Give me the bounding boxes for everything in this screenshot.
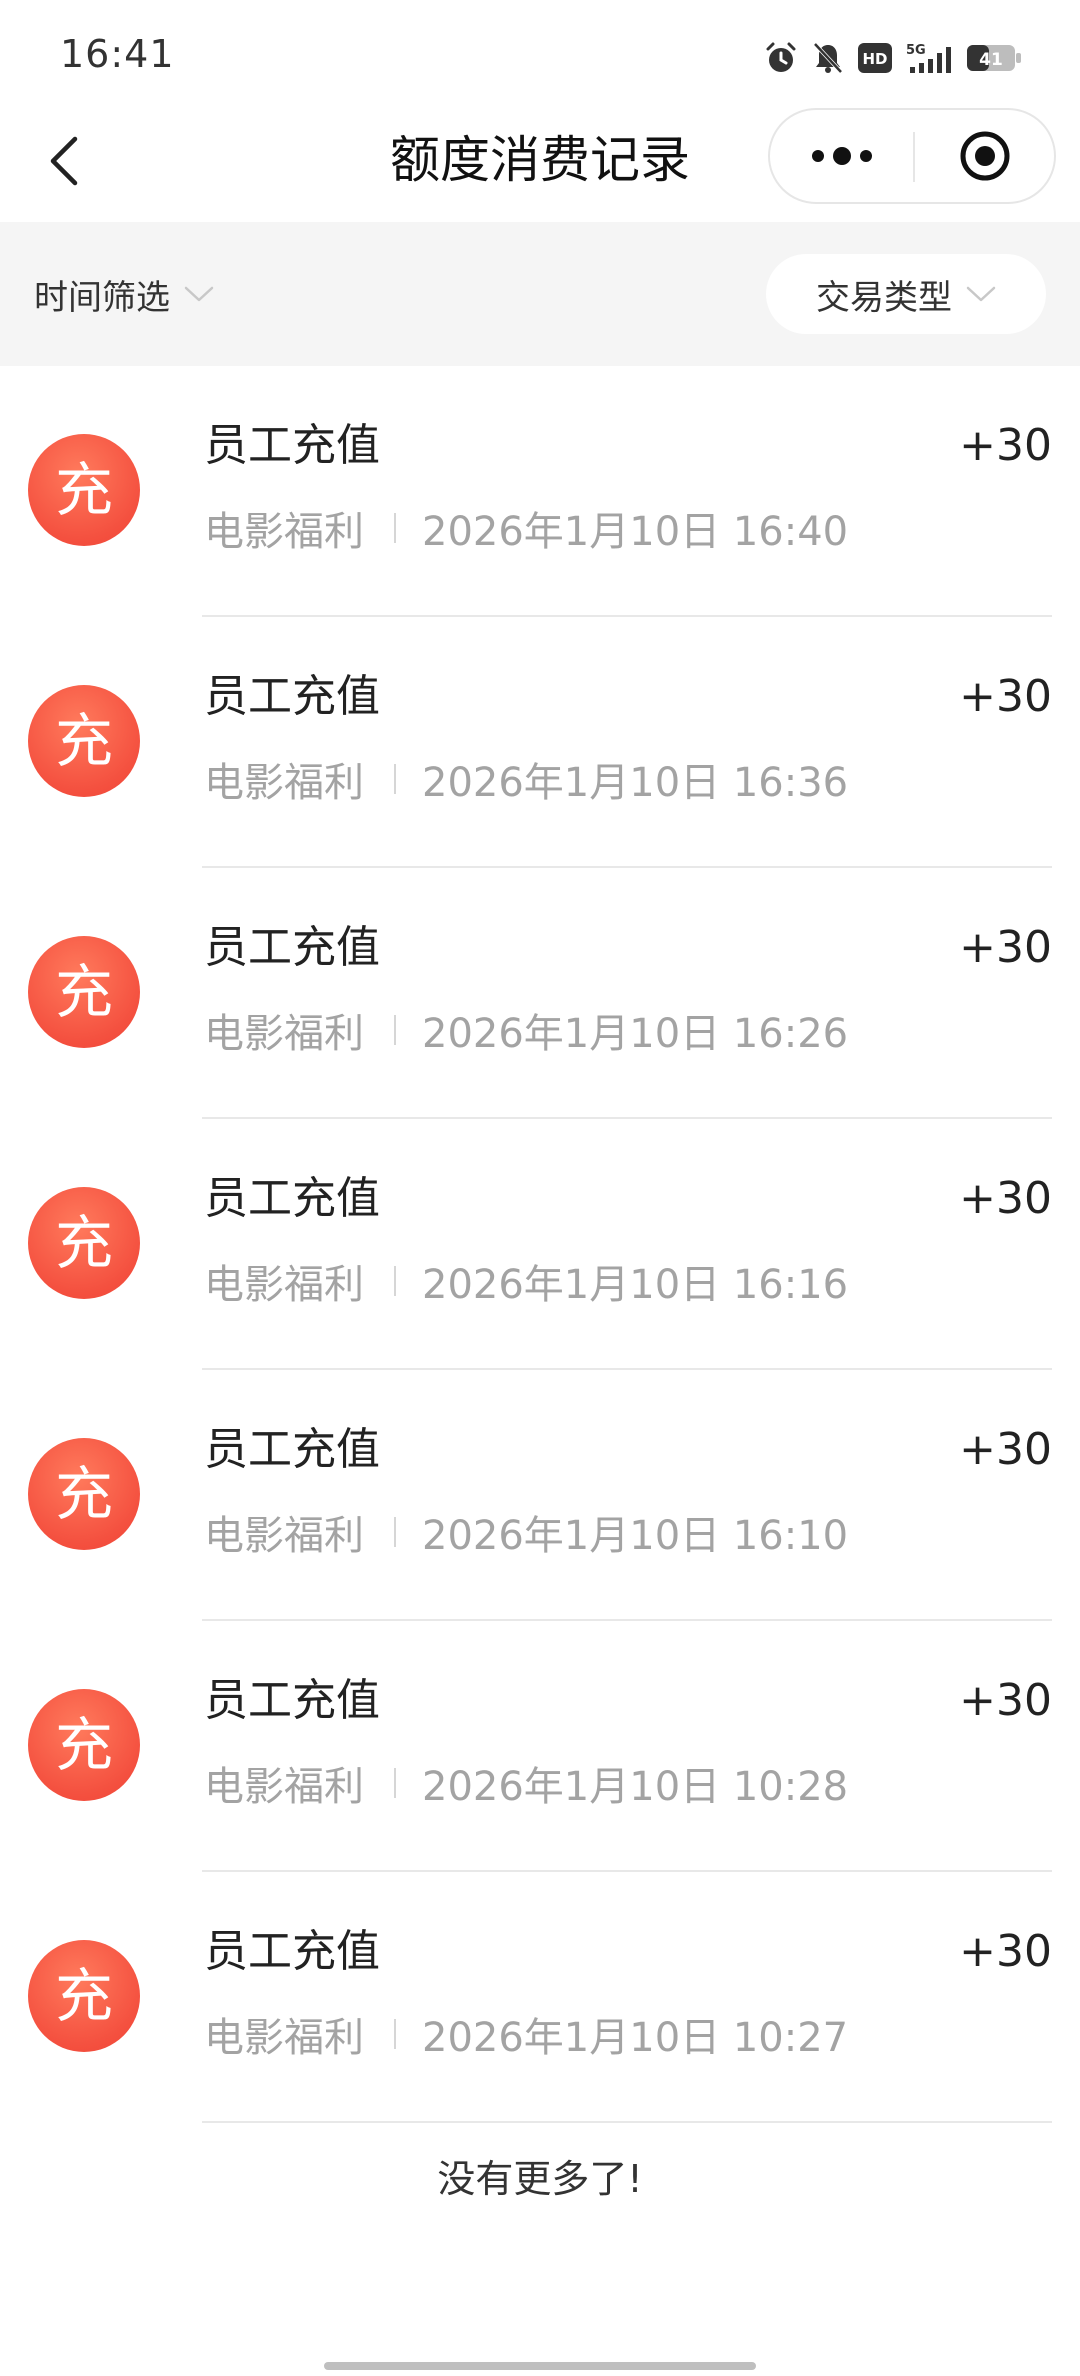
signal-5g-icon: 5G	[906, 41, 952, 75]
status-bar: 16:41 HD 5G 41	[0, 0, 1080, 100]
record-title: 员工充值	[204, 420, 380, 471]
record-amount: +30	[959, 1926, 1052, 1977]
status-time: 16:41	[60, 32, 175, 76]
record-list: 充 员工充值 电影福利 2026年1月10日 16:40 +30 充 员工充值 …	[0, 366, 1080, 2123]
filter-bar: 时间筛选 交易类型	[0, 222, 1080, 366]
more-dots-icon	[811, 147, 872, 165]
separator	[394, 2019, 396, 2049]
record-subline: 电影福利 2026年1月10日 16:16	[204, 1253, 848, 1309]
recharge-badge-icon: 充	[28, 434, 140, 546]
alarm-icon	[764, 41, 798, 75]
separator	[394, 1015, 396, 1045]
record-datetime: 2026年1月10日 16:16	[422, 1262, 849, 1308]
recharge-badge-icon: 充	[28, 685, 140, 797]
separator	[394, 1768, 396, 1798]
record-subline: 电影福利 2026年1月10日 16:40	[204, 500, 848, 556]
record-datetime: 2026年1月10日 16:40	[422, 509, 849, 555]
recharge-badge-icon: 充	[28, 936, 140, 1048]
record-category: 电影福利	[204, 1262, 364, 1308]
record-title: 员工充值	[204, 1424, 380, 1475]
list-item[interactable]: 充 员工充值 电影福利 2026年1月10日 16:26 +30	[0, 868, 1080, 1119]
record-subline: 电影福利 2026年1月10日 10:28	[204, 1755, 848, 1811]
record-amount: +30	[959, 922, 1052, 973]
hd-text: HD	[862, 50, 887, 68]
battery-level: 41	[979, 50, 1003, 70]
time-filter-dropdown[interactable]: 时间筛选	[34, 266, 214, 322]
chevron-down-icon	[184, 286, 214, 302]
record-category: 电影福利	[204, 760, 364, 806]
separator	[394, 1517, 396, 1547]
chevron-down-icon	[966, 286, 996, 302]
record-datetime: 2026年1月10日 10:27	[422, 2015, 849, 2061]
record-category: 电影福利	[204, 509, 364, 555]
badge-text: 充	[54, 1711, 113, 1779]
record-datetime: 2026年1月10日 16:10	[422, 1513, 849, 1559]
status-icons: HD 5G 41	[764, 38, 1022, 78]
record-subline: 电影福利 2026年1月10日 16:10	[204, 1504, 848, 1560]
list-item[interactable]: 充 员工充值 电影福利 2026年1月10日 10:28 +30	[0, 1621, 1080, 1872]
recharge-badge-icon: 充	[28, 1438, 140, 1550]
list-item[interactable]: 充 员工充值 电影福利 2026年1月10日 16:10 +30	[0, 1370, 1080, 1621]
record-category: 电影福利	[204, 1513, 364, 1559]
record-subline: 电影福利 2026年1月10日 16:26	[204, 1002, 848, 1058]
record-title: 员工充值	[204, 1926, 380, 1977]
badge-text: 充	[54, 456, 113, 524]
badge-text: 充	[54, 1962, 113, 2030]
record-datetime: 2026年1月10日 16:26	[422, 1011, 849, 1057]
record-title: 员工充值	[204, 671, 380, 722]
record-category: 电影福利	[204, 2015, 364, 2061]
separator	[394, 1266, 396, 1296]
page-title: 额度消费记录	[390, 131, 690, 189]
transaction-type-label: 交易类型	[816, 277, 952, 318]
record-datetime: 2026年1月10日 10:28	[422, 1764, 849, 1810]
mute-icon	[812, 41, 844, 75]
record-datetime: 2026年1月10日 16:36	[422, 760, 849, 806]
close-button[interactable]	[915, 110, 1054, 202]
record-amount: +30	[959, 1424, 1052, 1475]
nav-bar: 额度消费记录	[0, 100, 1080, 222]
more-button[interactable]	[770, 110, 913, 202]
list-item[interactable]: 充 员工充值 电影福利 2026年1月10日 16:36 +30	[0, 617, 1080, 868]
home-indicator[interactable]	[324, 2362, 756, 2370]
record-amount: +30	[959, 420, 1052, 471]
record-title: 员工充值	[204, 1675, 380, 1726]
record-amount: +30	[959, 671, 1052, 722]
badge-text: 充	[54, 1460, 113, 1528]
battery-icon: 41	[966, 43, 1022, 73]
badge-text: 充	[54, 707, 113, 775]
target-close-icon	[960, 131, 1009, 181]
record-title: 员工充值	[204, 922, 380, 973]
transaction-type-dropdown[interactable]: 交易类型	[766, 254, 1046, 334]
badge-text: 充	[54, 958, 113, 1026]
separator	[394, 513, 396, 543]
record-category: 电影福利	[204, 1011, 364, 1057]
list-item[interactable]: 充 员工充值 电影福利 2026年1月10日 10:27 +30	[0, 1872, 1080, 2123]
record-title: 员工充值	[204, 1173, 380, 1224]
record-subline: 电影福利 2026年1月10日 10:27	[204, 2006, 848, 2062]
separator	[394, 764, 396, 794]
no-more-text: 没有更多了!	[437, 2157, 643, 2201]
hd-icon: HD	[858, 43, 892, 73]
chevron-left-icon	[50, 136, 78, 186]
record-subline: 电影福利 2026年1月10日 16:36	[204, 751, 848, 807]
divider	[202, 2121, 1052, 2123]
record-amount: +30	[959, 1675, 1052, 1726]
recharge-badge-icon: 充	[28, 1187, 140, 1299]
recharge-badge-icon: 充	[28, 1689, 140, 1801]
list-item[interactable]: 充 员工充值 电影福利 2026年1月10日 16:16 +30	[0, 1119, 1080, 1370]
mini-program-capsule	[768, 108, 1056, 204]
time-filter-label: 时间筛选	[34, 277, 170, 318]
recharge-badge-icon: 充	[28, 1940, 140, 2052]
record-category: 电影福利	[204, 1764, 364, 1810]
network-text: 5G	[906, 43, 926, 58]
back-button[interactable]	[34, 124, 94, 198]
record-amount: +30	[959, 1173, 1052, 1224]
list-item[interactable]: 充 员工充值 电影福利 2026年1月10日 16:40 +30	[0, 366, 1080, 617]
badge-text: 充	[54, 1209, 113, 1277]
